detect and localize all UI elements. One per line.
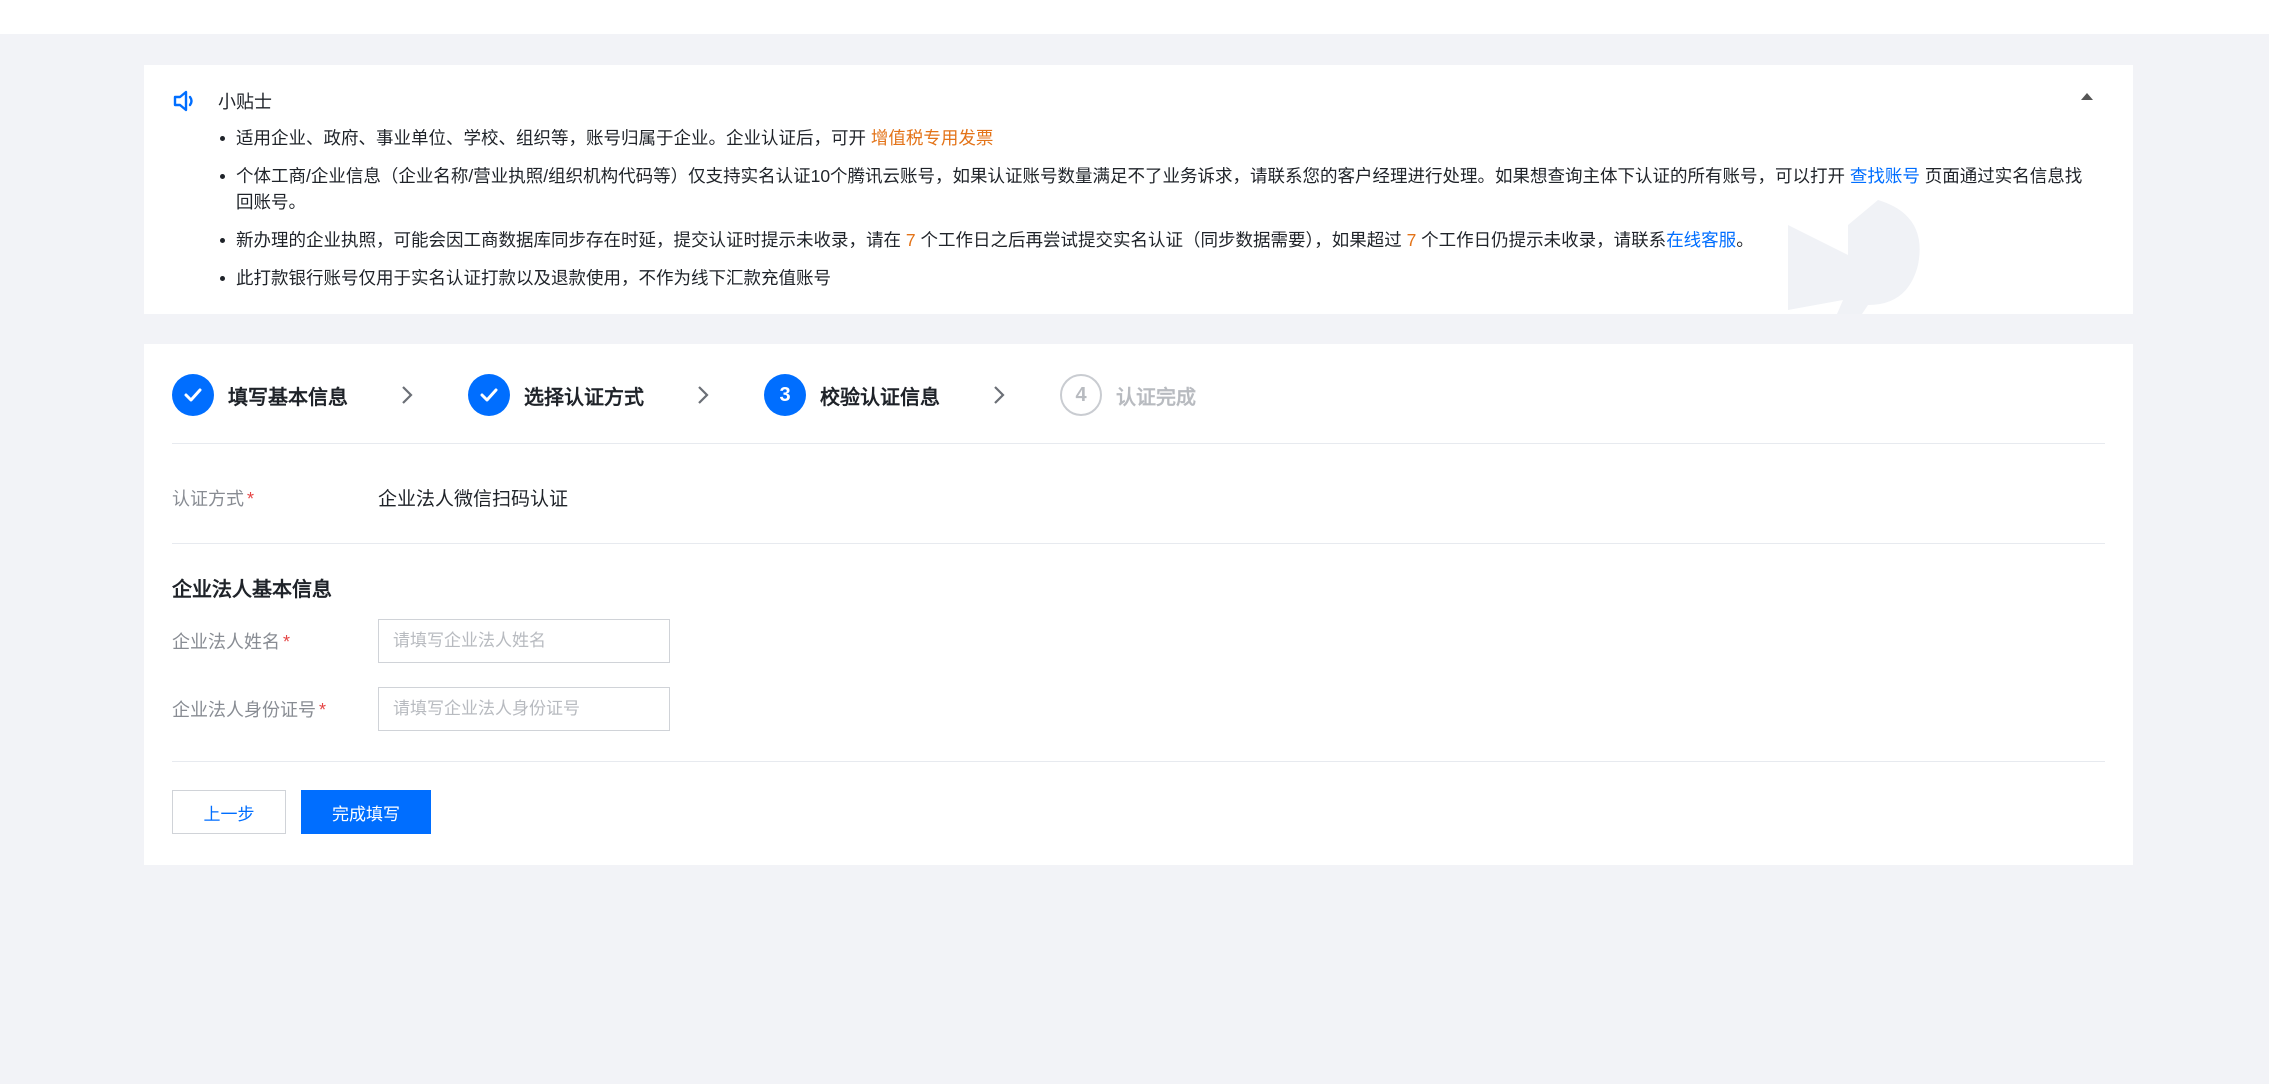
check-icon <box>468 374 510 416</box>
tips-title: 小贴士 <box>218 92 272 112</box>
chevron-right-icon <box>386 374 428 416</box>
collapse-caret-up-icon[interactable] <box>2081 93 2093 100</box>
top-header-bar <box>0 0 2269 34</box>
tips-panel: 小贴士 适用企业、政府、事业单位、学校、组织等，账号归属于企业。企业认证后，可开… <box>144 65 2133 314</box>
tip-item: 新办理的企业执照，可能会因工商数据库同步存在时延，提交认证时提示未收录，请在 7… <box>220 227 2133 253</box>
tip-item: 个体工商/企业信息（企业名称/营业执照/组织机构代码等）仅支持实名认证10个腾讯… <box>220 163 2096 215</box>
verification-form-card: 填写基本信息 选择认证方式 3 校验认证信息 4 认证完成 认证方式 * 企业法人… <box>144 344 2133 865</box>
method-label: 认证方式 * <box>172 489 255 509</box>
vat-invoice-highlight: 增值税专用发票 <box>870 128 994 148</box>
step-verify-info: 3 校验认证信息 <box>764 374 940 416</box>
progress-steps: 填写基本信息 选择认证方式 3 校验认证信息 4 认证完成 <box>172 374 1196 416</box>
method-value: 企业法人微信扫码认证 <box>378 489 569 510</box>
online-support-link[interactable]: 在线客服 <box>1666 230 1736 250</box>
check-icon <box>172 374 214 416</box>
legal-name-input[interactable] <box>378 619 670 663</box>
tip-item: 适用企业、政府、事业单位、学校、组织等，账号归属于企业。企业认证后，可开 增值税… <box>220 125 2133 151</box>
divider <box>172 543 2105 544</box>
days-highlight: 7 <box>905 230 916 250</box>
step-number: 3 <box>764 374 806 416</box>
finish-button[interactable]: 完成填写 <box>301 790 431 834</box>
tips-header: 小贴士 <box>172 85 272 117</box>
legal-name-label: 企业法人姓名 * <box>172 632 291 652</box>
section-title: 企业法人基本信息 <box>172 579 332 601</box>
tips-list: 适用企业、政府、事业单位、学校、组织等，账号归属于企业。企业认证后，可开 增值税… <box>220 125 2133 303</box>
days-highlight: 7 <box>1406 230 1417 250</box>
step-select-method: 选择认证方式 <box>468 374 644 416</box>
step-label: 校验认证信息 <box>820 386 940 409</box>
legal-id-label: 企业法人身份证号 * <box>172 700 327 720</box>
previous-step-button[interactable]: 上一步 <box>172 790 286 834</box>
step-complete: 4 认证完成 <box>1060 374 1196 416</box>
tip-item: 此打款银行账号仅用于实名认证打款以及退款使用，不作为线下汇款充值账号 <box>220 265 2133 291</box>
step-fill-basic-info: 填写基本信息 <box>172 374 348 416</box>
find-account-link[interactable]: 查找账号 <box>1850 166 1920 186</box>
speaker-icon <box>173 90 193 112</box>
legal-id-input[interactable] <box>378 687 670 731</box>
chevron-right-icon <box>978 374 1020 416</box>
step-number: 4 <box>1060 374 1102 416</box>
step-label: 选择认证方式 <box>524 386 644 409</box>
step-label: 填写基本信息 <box>228 386 348 409</box>
chevron-right-icon <box>682 374 724 416</box>
divider <box>172 761 2105 762</box>
divider <box>172 443 2105 444</box>
step-label: 认证完成 <box>1116 386 1196 409</box>
